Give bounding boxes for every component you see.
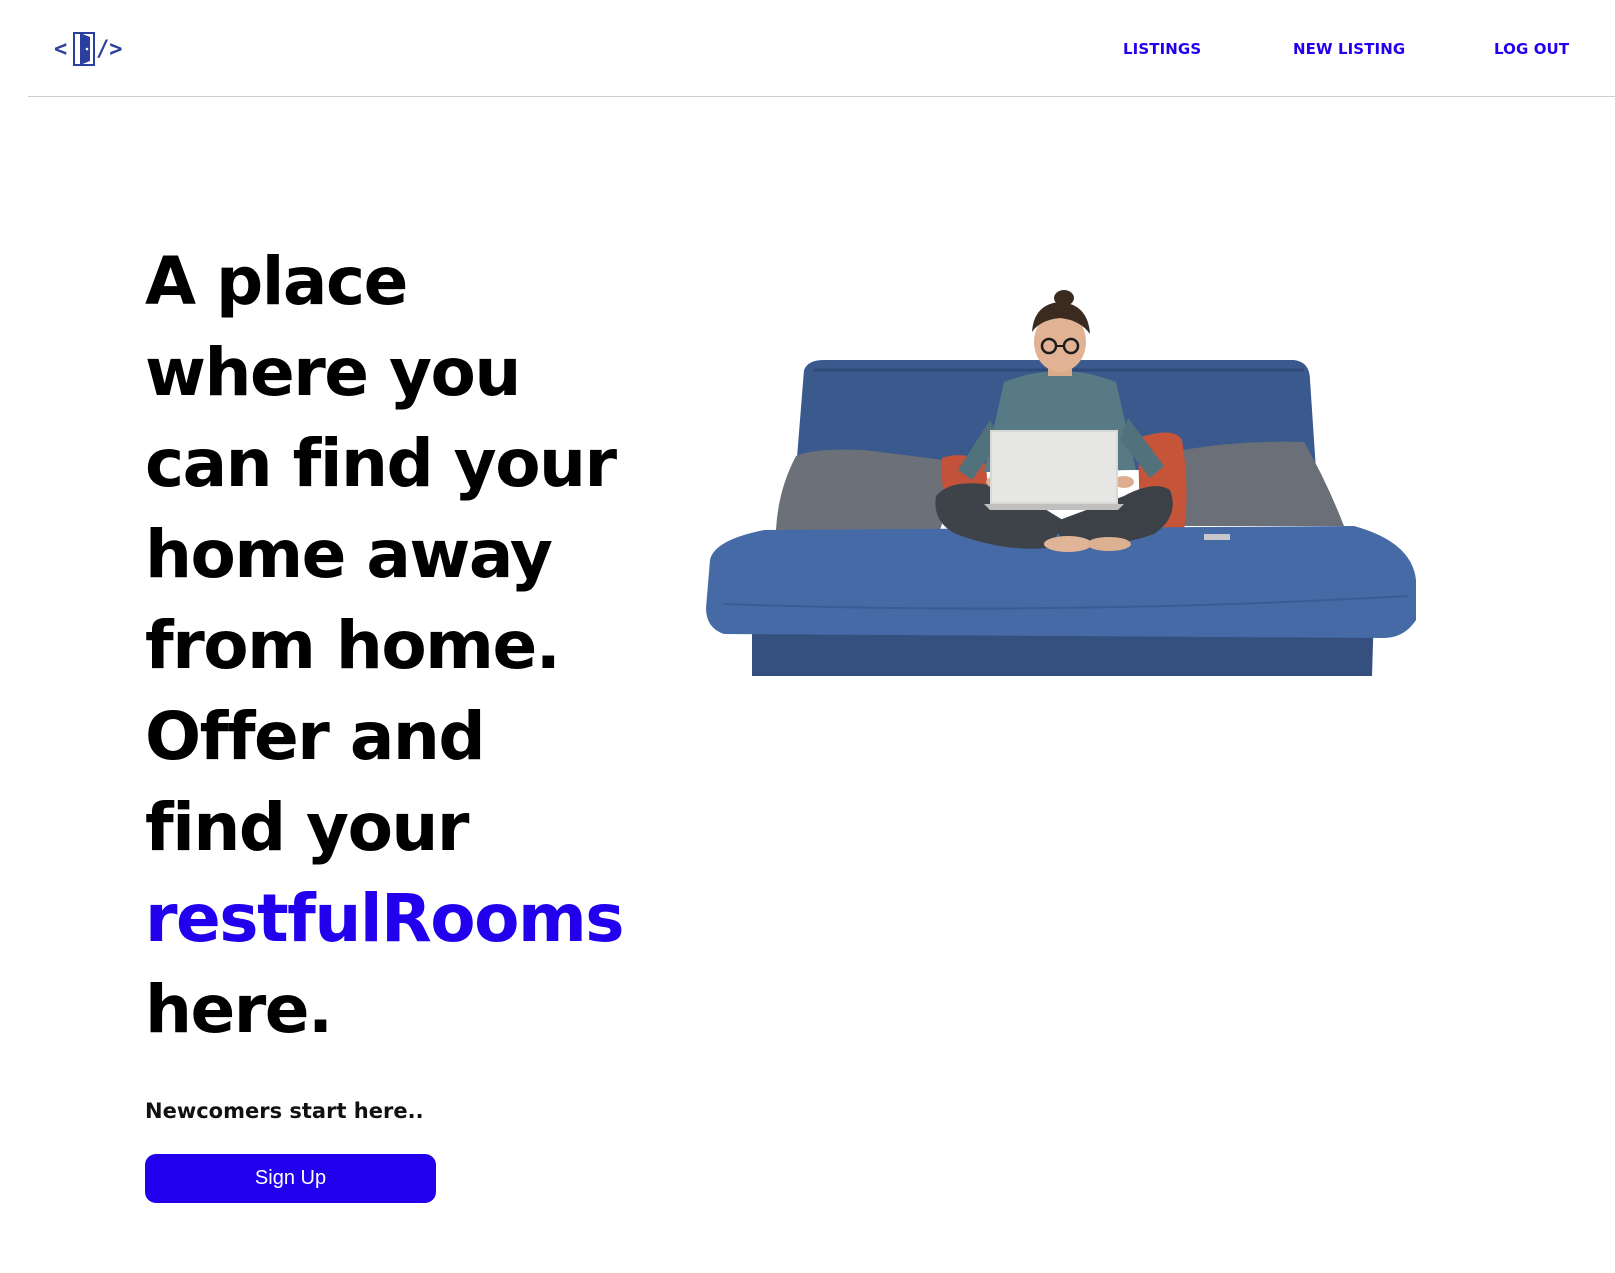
nav-log-out-link[interactable]: LOG OUT [1494, 40, 1569, 58]
hero-heading-line: Offer and [145, 698, 486, 775]
newcomers-text: Newcomers start here.. [145, 1099, 424, 1123]
sign-up-button[interactable]: Sign Up [145, 1154, 436, 1203]
woman-on-sofa-illustration [704, 290, 1420, 678]
brand-name: restfulRooms [145, 880, 625, 957]
svg-text:/>: /> [96, 37, 123, 62]
hero-heading-line: here. [145, 971, 333, 1048]
navbar: < /> LISTINGS NEW LISTING LOG OUT [28, 0, 1615, 97]
hero-heading-line: can find your [145, 425, 617, 502]
nav-listings-link[interactable]: LISTINGS [1123, 40, 1201, 58]
hero-heading: A place where you can find your home awa… [145, 236, 665, 1055]
hero-heading-line: find your [145, 789, 469, 866]
page: < /> LISTINGS NEW LISTING LOG OUT A plac… [0, 0, 1615, 1273]
logo-door-code-icon[interactable]: < /> [54, 28, 126, 70]
hero-heading-line: from home. [145, 607, 561, 684]
nav-new-listing-link[interactable]: NEW LISTING [1293, 40, 1405, 58]
hero-heading-line: home away [145, 516, 553, 593]
hero-heading-line: A place [145, 243, 408, 320]
hero-heading-line: where you [145, 334, 521, 411]
svg-text:<: < [54, 37, 67, 62]
